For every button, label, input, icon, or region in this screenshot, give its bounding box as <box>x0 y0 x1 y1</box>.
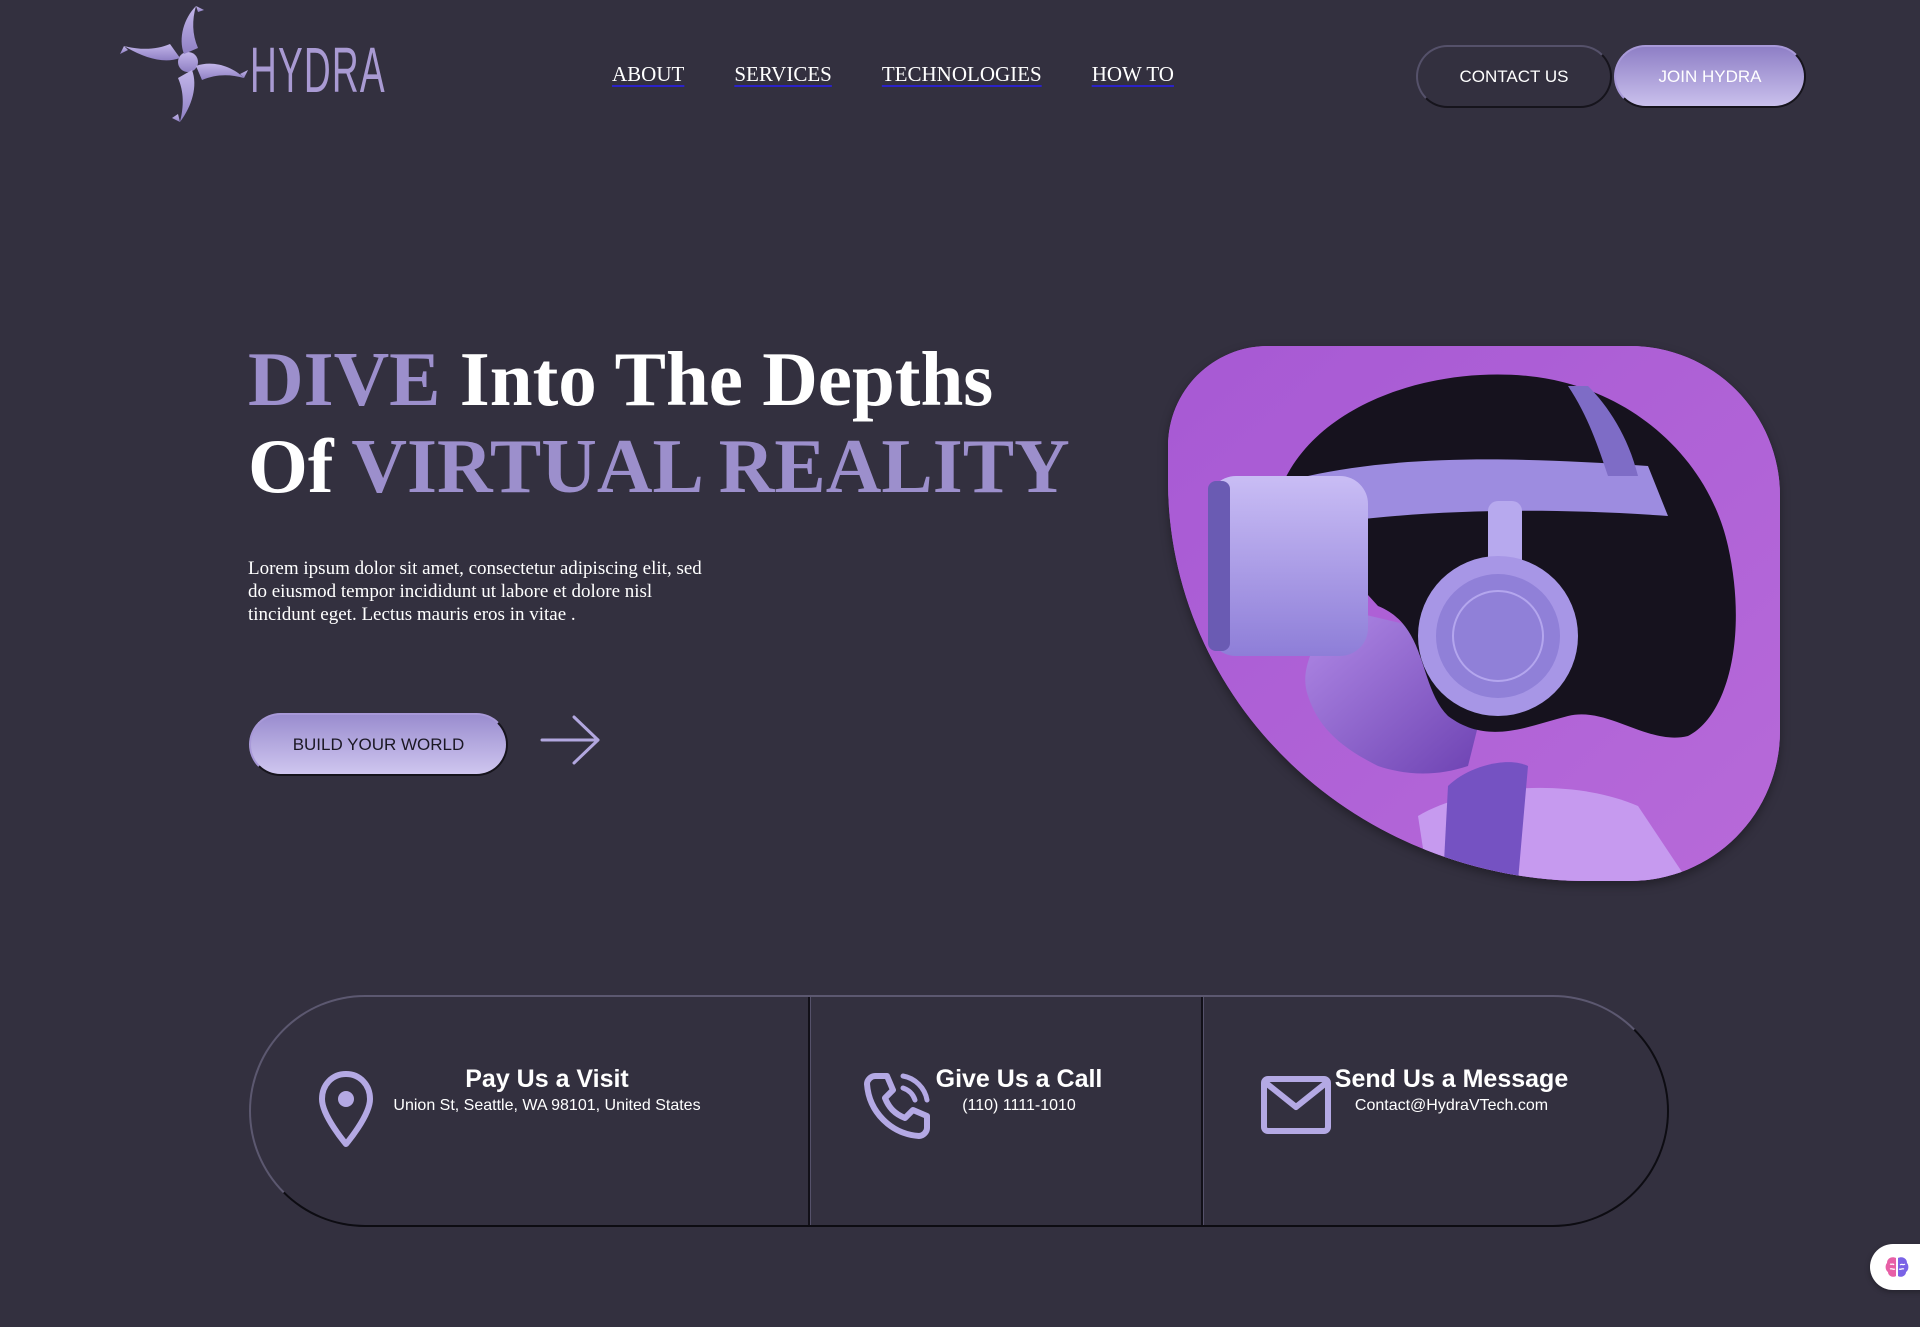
hero-title-of: Of <box>248 423 352 509</box>
hero-description: Lorem ipsum dolor sit amet, consectetur … <box>248 558 702 625</box>
brand-wordmark: HYDRA <box>250 34 386 106</box>
nav-about[interactable]: ABOUT <box>612 62 684 87</box>
join-hydra-button[interactable]: JOIN HYDRA <box>1614 45 1806 108</box>
hero-title: DIVE Into The Depths Of VIRTUAL REALITY <box>248 336 1070 510</box>
brain-icon <box>1885 1257 1909 1277</box>
arrow-right-icon[interactable] <box>540 715 602 765</box>
hero-vr-image <box>1168 346 1780 881</box>
contact-info-strip: Pay Us a Visit Union St, Seattle, WA 981… <box>249 995 1669 1227</box>
hero-title-virtual-reality: VIRTUAL REALITY <box>351 423 1070 509</box>
contact-visit-title: Pay Us a Visit <box>465 1065 629 1093</box>
hero-title-into: Into The Depths <box>440 336 994 422</box>
nav-services[interactable]: SERVICES <box>734 62 832 87</box>
hero-title-dive: DIVE <box>248 336 441 422</box>
contact-visit-address: Union St, Seattle, WA 98101, United Stat… <box>393 1097 701 1114</box>
nav-how-to[interactable]: HOW TO <box>1092 62 1174 87</box>
brand-logo[interactable]: HYDRA <box>118 0 385 140</box>
contact-visit: Pay Us a Visit Union St, Seattle, WA 981… <box>251 997 810 1225</box>
build-your-world-button[interactable]: BUILD YOUR WORLD <box>249 713 508 776</box>
nav-technologies[interactable]: TECHNOLOGIES <box>882 62 1042 87</box>
contact-call-phone: (110) 1111-1010 <box>962 1097 1076 1114</box>
contact-call: Give Us a Call (110) 1111-1010 <box>810 997 1203 1225</box>
contact-message: Send Us a Message Contact@HydraVTech.com <box>1203 997 1667 1225</box>
main-nav: ABOUT SERVICES TECHNOLOGIES HOW TO <box>612 62 1174 87</box>
contact-message-email: Contact@HydraVTech.com <box>1354 1097 1549 1114</box>
contact-call-title: Give Us a Call <box>935 1065 1103 1093</box>
contact-message-title: Send Us a Message <box>1334 1065 1569 1093</box>
assistant-widget[interactable] <box>1870 1244 1920 1290</box>
hydra-logo-icon <box>120 6 248 122</box>
contact-us-button[interactable]: CONTACT US <box>1416 45 1612 108</box>
